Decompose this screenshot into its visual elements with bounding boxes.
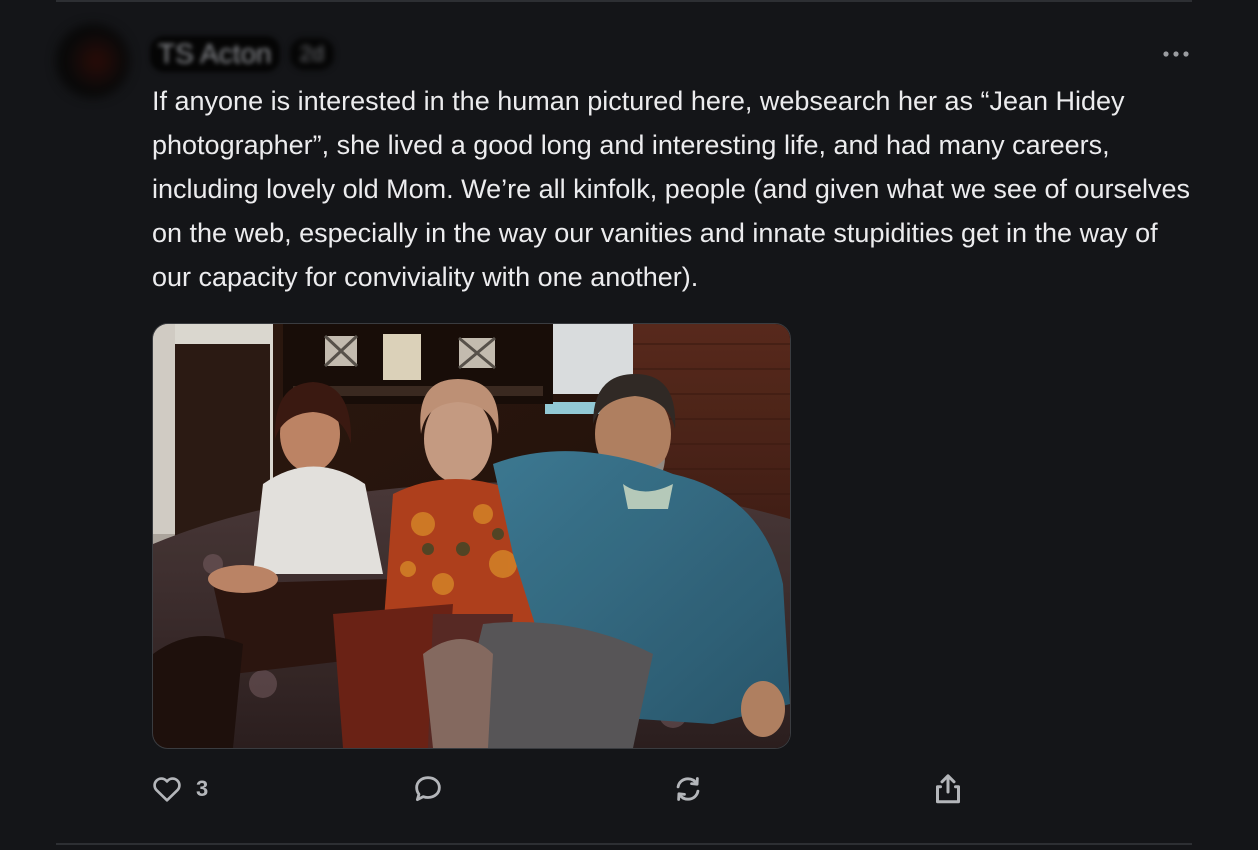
- comment-body: If anyone is interested in the human pic…: [152, 86, 1191, 292]
- restack-button[interactable]: [670, 770, 706, 808]
- comment-header: TS Acton 2d: [150, 34, 335, 74]
- more-options-button[interactable]: [1160, 42, 1192, 66]
- reply-button[interactable]: [410, 770, 446, 808]
- restack-arrows-icon: [676, 777, 700, 801]
- share-upload-icon: [936, 774, 960, 804]
- like-button[interactable]: 3: [150, 770, 208, 808]
- speech-bubble-icon: [415, 776, 441, 802]
- share-button[interactable]: [930, 770, 966, 808]
- avatar[interactable]: [56, 24, 130, 98]
- ellipsis-icon: [1163, 51, 1189, 57]
- author-name[interactable]: TS Acton: [150, 36, 280, 72]
- comment-thread: TS Acton 2d If anyone is interested in t…: [0, 0, 1258, 850]
- heart-icon: [153, 777, 181, 802]
- attached-photo[interactable]: [152, 323, 791, 749]
- photo-image: [153, 324, 790, 748]
- like-count: 3: [196, 776, 209, 801]
- divider: [56, 843, 1192, 845]
- post-timestamp[interactable]: 2d: [289, 38, 335, 70]
- divider: [56, 0, 1192, 2]
